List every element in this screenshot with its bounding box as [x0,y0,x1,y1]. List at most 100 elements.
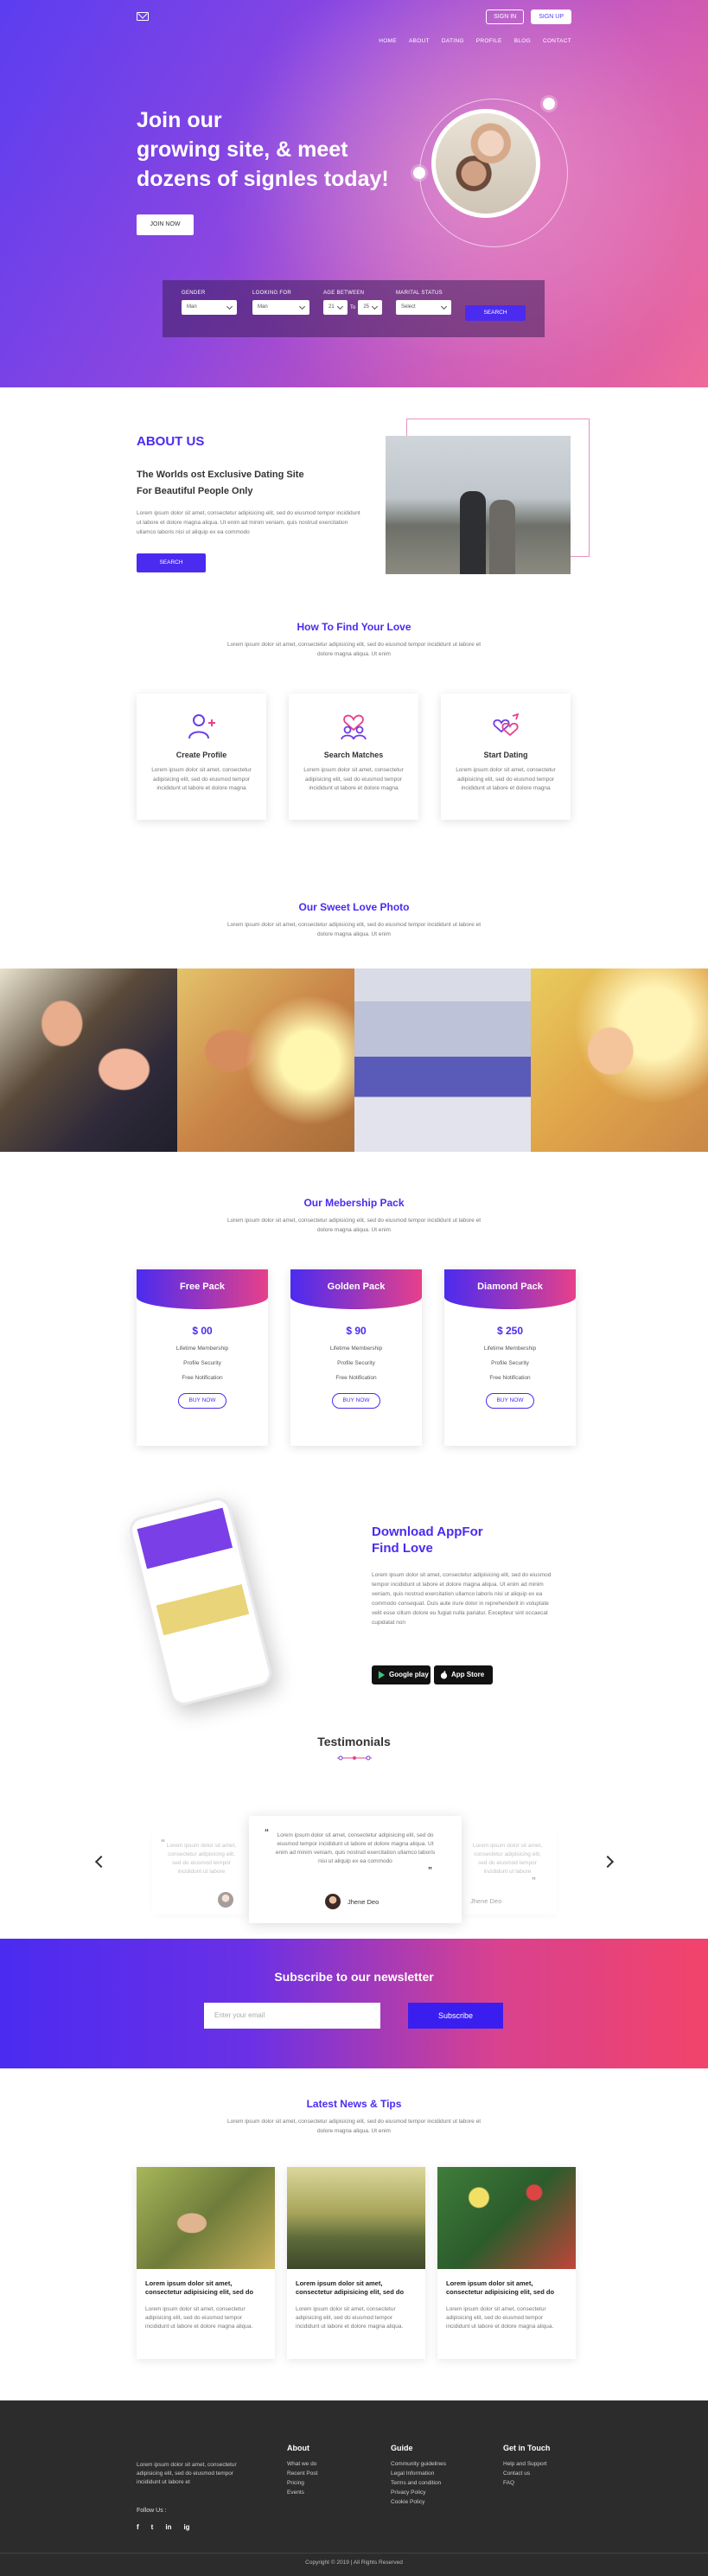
find-intro: Lorem ipsum dolor sit amet, consectetur … [226,642,481,657]
footer-link[interactable]: Terms and condition [391,2480,446,2486]
create-profile-text: Lorem ipsum dolor sit amet, consectetur … [151,767,252,791]
prev-arrow-icon[interactable] [94,1855,108,1869]
quote-open-icon: “ [265,1828,269,1838]
phone-screen [137,1507,265,1696]
news-card[interactable]: Lorem ipsum dolor sit amet, consectetur … [437,2167,576,2359]
footer-link[interactable]: Help and Support [503,2461,550,2467]
photo-sunset-couple[interactable] [176,968,354,1152]
age-from-select[interactable]: 21 [323,300,348,315]
nav-profile[interactable]: PROFILE [476,38,502,44]
search-matches-card[interactable]: Search Matches Lorem ipsum dolor sit ame… [289,694,418,820]
linkedin-icon[interactable]: in [165,2523,171,2531]
pack-feature: Profile Security [183,1360,221,1366]
testimonial-name-right: Jhene Deo [470,1897,502,1905]
create-profile-card[interactable]: Create Profile Lorem ipsum dolor sit ame… [137,694,266,820]
nav-about[interactable]: ABOUT [409,38,430,44]
next-arrow-icon[interactable] [601,1855,615,1869]
footer-link[interactable]: Community guidelines [391,2461,446,2467]
buy-now-button[interactable]: BUY NOW [486,1393,534,1409]
testimonials-section: Testimonials “ Lorem ipsum dolor sit ame… [0,1731,708,1939]
man-figure [460,491,486,574]
footer-link[interactable]: Events [287,2490,317,2496]
search-matches-title: Search Matches [323,751,384,759]
footer-column-title: About [287,2444,309,2452]
start-dating-card[interactable]: Start Dating Lorem ipsum dolor sit amet,… [441,694,571,820]
looking-for-select[interactable]: Man [252,300,309,315]
news-card[interactable]: Lorem ipsum dolor sit amet, consectetur … [287,2167,425,2359]
twitter-icon[interactable]: t [151,2523,154,2531]
footer-link[interactable]: Cookie Policy [391,2499,446,2505]
copyright: Copyright © 2019 | All Rights Reserved [305,2560,403,2566]
photo-laughing-couple[interactable] [531,968,708,1152]
hero-title-line2: growing site, & meet [137,137,348,162]
footer-link[interactable]: FAQ [503,2480,550,2486]
mail-icon[interactable] [137,12,149,21]
footer-link[interactable]: Privacy Policy [391,2490,446,2496]
nav-dating[interactable]: DATING [442,38,464,44]
buy-now-button[interactable]: BUY NOW [332,1393,380,1409]
testimonial-card-right[interactable]: Lorem ipsum dolor sit amet, consectetur … [462,1830,557,1914]
footer-link[interactable]: Pricing [287,2480,317,2486]
age-label: AGE BETWEEN [323,291,365,296]
footer-link[interactable]: Contact us [503,2471,550,2477]
app-store-label: App Store [451,1671,485,1678]
footer-link[interactable]: Legal Information [391,2471,446,2477]
pack-cards: Free Pack $ 00 Lifetime Membership Profi… [137,1269,576,1446]
nav-home[interactable]: HOME [379,38,397,44]
news-photo [287,2167,425,2269]
facebook-icon[interactable]: f [137,2523,139,2531]
photos-heading: Our Sweet Love Photo Lorem ipsum dolor s… [0,901,708,939]
subscribe-button[interactable]: Subscribe [408,2003,503,2029]
pack-price: $ 90 [346,1325,367,1337]
gender-select[interactable]: Man [182,300,237,315]
age-to-select[interactable]: 25 [358,300,383,315]
news-photo [437,2167,576,2269]
membership-section: Our Mebership Pack Lorem ipsum dolor sit… [0,1152,708,1489]
top-bar: SIGN IN SIGN UP [137,7,571,26]
footer-link[interactable]: What we do [287,2461,317,2467]
nav-contact[interactable]: CONTACT [543,38,571,44]
add-user-icon [186,711,217,742]
couple-portrait [431,109,540,218]
app-download-section: Download AppFor Find Love Lorem ipsum do… [0,1489,708,1731]
pack-feature: Profile Security [491,1360,529,1366]
testimonial-card-active[interactable]: “ Lorem ipsum dolor sit amet, consectetu… [249,1816,462,1923]
app-title-line1: Download AppFor [372,1525,483,1539]
footer-link[interactable]: Recent Post [287,2471,317,2477]
email-input[interactable]: Enter your email [204,2003,380,2029]
love-photo-section: Our Sweet Love Photo Lorem ipsum dolor s… [0,901,708,1152]
diamond-pack-card: Diamond Pack $ 250 Lifetime Membership P… [444,1269,576,1446]
search-button[interactable]: SEARCH [465,305,526,321]
find-cards: Create Profile Lorem ipsum dolor sit ame… [137,694,571,820]
app-store-badge[interactable]: App Store [434,1665,493,1684]
testimonial-card-left[interactable]: “ Lorem ipsum dolor sit amet, consectetu… [152,1830,247,1914]
start-dating-text: Lorem ipsum dolor sit amet, consectetur … [456,767,556,791]
age-to-word: To [350,304,356,310]
instagram-icon[interactable]: ig [183,2523,189,2531]
ring-dot-left [413,167,425,179]
app-title: Download AppFor Find Love [372,1524,545,1556]
join-now-button[interactable]: JOIN NOW [137,214,194,235]
pack-feature: Free Notification [335,1375,377,1381]
start-dating-title: Start Dating [483,751,528,759]
photos-heading-wrap: Our Sweet Love Photo Lorem ipsum dolor s… [0,901,708,968]
buy-now-button[interactable]: BUY NOW [178,1393,226,1409]
create-profile-title: Create Profile [175,751,227,759]
testimonial-text-left: Lorem ipsum dolor sit amet, consectetur … [166,1843,237,1875]
nav-blog[interactable]: BLOG [514,38,531,44]
photo-bed-couple[interactable] [354,968,532,1152]
woman-figure [489,500,515,574]
photo-couple-hug[interactable] [0,968,177,1152]
signup-button[interactable]: SIGN UP [531,9,571,24]
footer-about-column: About What we do Recent Post Pricing Eve… [287,2444,317,2499]
photo-strip [0,968,708,1152]
main-nav: HOME ABOUT DATING PROFILE BLOG CONTACT [379,38,571,44]
news-card[interactable]: Lorem ipsum dolor sit amet, consectetur … [137,2167,275,2359]
marital-status-select[interactable]: Select [396,300,451,315]
packs-title: Our Mebership Pack [303,1197,405,1209]
signin-button[interactable]: SIGN IN [486,9,525,24]
google-play-badge[interactable]: Google play [372,1665,431,1684]
news-card-title: Lorem ipsum dolor sit amet, consectetur … [145,2279,254,2296]
testimonial-text: Lorem ipsum dolor sit amet, consectetur … [275,1832,436,1864]
about-search-button[interactable]: SEARCH [137,553,206,572]
